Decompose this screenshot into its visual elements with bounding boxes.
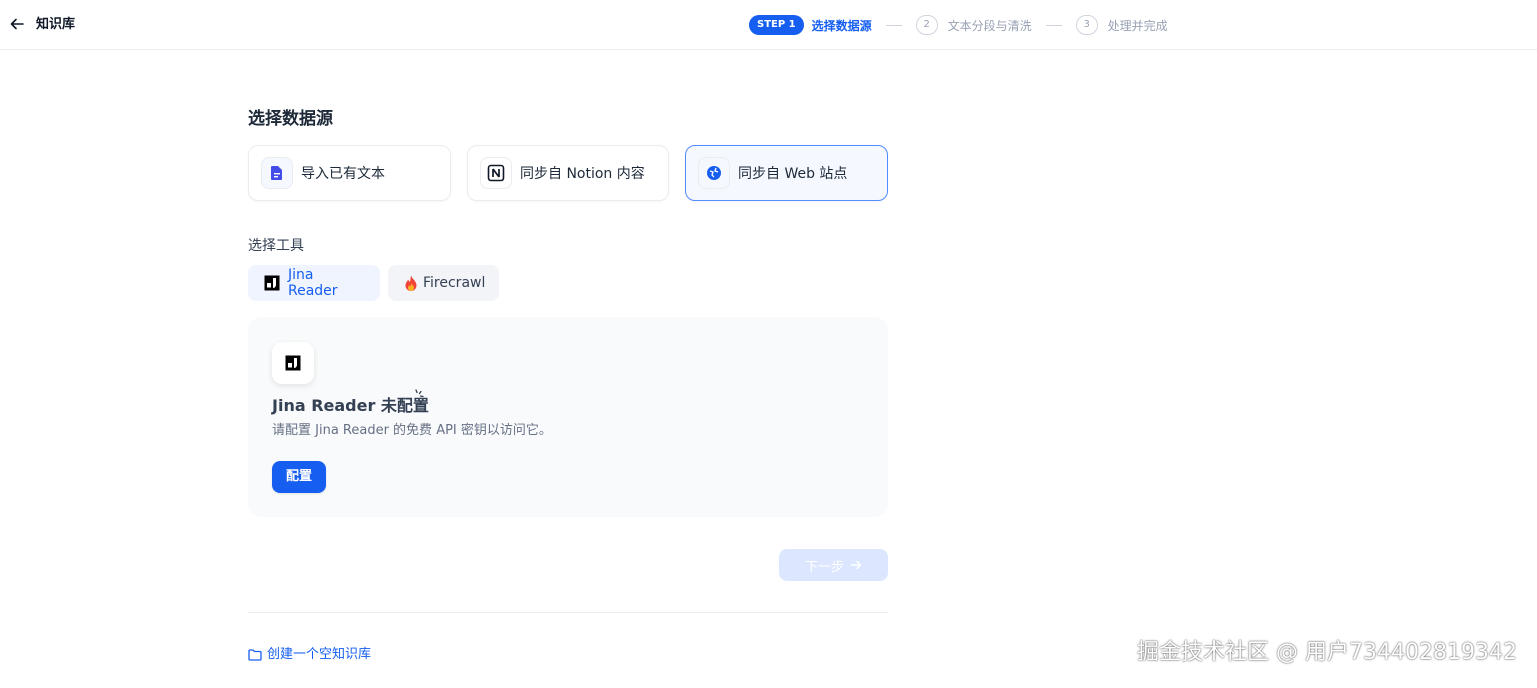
create-empty-kb-label: 创建一个空知识库 [267,647,372,662]
step-separator [885,24,902,26]
source-label: 同步自 Web 站点 [738,166,848,182]
step-1-badge: STEP 1 [749,15,804,35]
folder-icon [248,649,262,661]
arrow-right-icon [850,560,862,570]
notion-icon [480,157,512,189]
step-indicator: STEP 1 选择数据源 2 文本分段与清洗 3 处理并完成 [749,14,1168,36]
step-2-label: 文本分段与清洗 [947,18,1032,33]
source-label: 导入已有文本 [301,166,385,182]
jina-icon [264,275,280,291]
configure-button[interactable]: 配置 [272,461,326,493]
tool-firecrawl[interactable]: Firecrawl [388,265,499,301]
globe-icon [698,157,730,189]
step-3-badge: 3 [1075,15,1098,35]
source-card-notion[interactable]: 同步自 Notion 内容 [467,145,669,201]
step-3-label: 处理并完成 [1107,18,1168,33]
step-2-badge: 2 [915,15,938,35]
tool-label: Jina Reader [288,267,338,299]
source-label: 同步自 Notion 内容 [520,166,645,182]
sparkle-icon [415,389,424,398]
create-empty-kb-link[interactable]: 创建一个空知识库 [248,646,371,664]
watermark: 掘金技术社区 @ 用户734402819342 [1137,640,1517,665]
arrow-left-icon[interactable] [8,15,26,33]
source-card-web[interactable]: 同步自 Web 站点 [685,145,888,201]
section-title: 选择数据源 [248,109,333,129]
top-header: 知识库 STEP 1 选择数据源 2 文本分段与清洗 3 处理并完成 [0,0,1537,50]
next-step-label: 下一步 [804,559,844,575]
step-separator [1045,24,1062,26]
fire-icon [404,275,418,292]
jina-config-panel: Jina Reader 未配置 请配置 Jina Reader 的免费 API … [248,317,888,517]
document-icon [261,157,293,189]
step-1-label: 选择数据源 [811,18,872,33]
panel-title: Jina Reader 未配置 [272,396,429,415]
divider [248,612,888,613]
tool-label: Firecrawl [423,275,486,291]
page-title: 知识库 [36,17,76,32]
jina-icon [272,342,314,384]
panel-description: 请配置 Jina Reader 的免费 API 密钥以访问它。 [272,423,552,438]
tool-jina-reader[interactable]: Jina Reader [248,265,380,301]
source-card-import-text[interactable]: 导入已有文本 [248,145,451,201]
next-step-button[interactable]: 下一步 [779,549,888,581]
tools-label: 选择工具 [248,238,304,254]
